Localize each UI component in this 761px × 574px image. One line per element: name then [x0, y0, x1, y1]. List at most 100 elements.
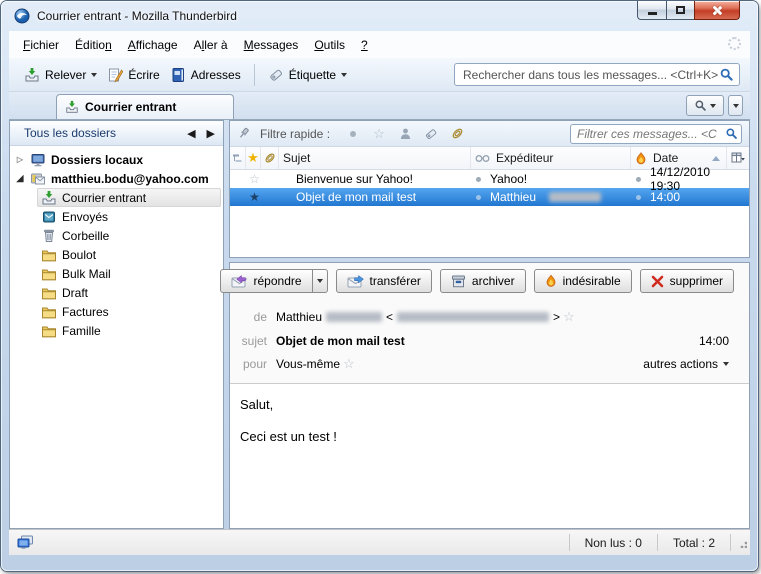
column-picker-button[interactable] [727, 147, 749, 169]
sender-column-button[interactable]: Expéditeur [471, 147, 631, 169]
folder-courrier-entrant[interactable]: Courrier entrant [37, 188, 221, 207]
message-pane: répondre transférer archiver indésirable… [219, 262, 750, 529]
dropdown-caret-icon [91, 72, 98, 77]
search-icon[interactable] [719, 67, 734, 82]
delete-button[interactable]: supprimer [639, 269, 734, 293]
mail-toolbar: Relever Écrire Adresses Étiquette [9, 58, 750, 92]
menubar: Fichier Édition Affichage Aller à Messag… [9, 31, 750, 58]
paperclip-icon [265, 153, 274, 163]
folder-icon [41, 247, 57, 263]
folder-envoyes[interactable]: Envoyés [10, 207, 223, 226]
folder-famille[interactable]: Famille [10, 321, 223, 340]
junk-indicator-icon[interactable] [636, 176, 641, 182]
star-contact-icon[interactable]: ☆ [563, 309, 575, 325]
junk-indicator-icon[interactable] [636, 194, 641, 200]
global-search-box[interactable] [454, 63, 740, 86]
paperclip-icon [452, 128, 462, 139]
from-bracket: < [386, 310, 394, 324]
menu-outils[interactable]: Outils [306, 33, 353, 57]
menu-aide[interactable]: ? [353, 33, 376, 57]
other-actions-button[interactable]: autres actions [643, 357, 735, 371]
address-book-button[interactable]: Adresses [165, 64, 246, 86]
menu-fichier[interactable]: Fichier [15, 33, 67, 57]
subject-column-button[interactable]: Sujet [279, 147, 471, 169]
folder-corbeille[interactable]: Corbeille [10, 226, 223, 245]
from-name[interactable]: Matthieu [276, 310, 322, 324]
from-label: de [253, 310, 267, 324]
get-mail-button[interactable]: Relever [19, 64, 102, 86]
inbox-icon [65, 100, 79, 114]
attachment-column-button[interactable] [261, 147, 279, 169]
to-label: pour [242, 357, 267, 371]
message-sender: Matthieu [490, 190, 537, 204]
folder-boulot[interactable]: Boulot [10, 245, 223, 264]
junk-button[interactable]: indésirable [533, 269, 632, 293]
flame-icon [636, 151, 646, 164]
close-button[interactable] [694, 1, 740, 20]
folder-draft[interactable]: Draft [10, 283, 223, 302]
header-subject-row: sujet Objet de mon mail test 14:00 [234, 333, 735, 348]
filter-attachment-button[interactable] [444, 125, 470, 143]
folder-view-back-button[interactable]: ◀ [187, 127, 195, 140]
message-sender: Yahoo! [490, 172, 528, 186]
filter-unread-button[interactable] [340, 125, 366, 143]
minimize-button[interactable] [637, 1, 666, 20]
to-value[interactable]: Vous-même [276, 357, 340, 371]
resize-grip[interactable] [730, 534, 750, 551]
message-row-bienvenue[interactable]: ☆ Bienvenue sur Yahoo! Yahoo! 14/12/2010… [230, 165, 749, 193]
star-toggle[interactable]: ☆ [230, 172, 279, 186]
twisty-expanded-icon[interactable]: ◢ [15, 173, 25, 184]
archive-button[interactable]: archiver [439, 269, 526, 293]
pin-icon[interactable] [237, 126, 252, 141]
close-icon [712, 5, 723, 16]
folder-view-forward-button[interactable]: ▶ [207, 127, 215, 140]
maximize-icon [676, 6, 685, 14]
folder-local-folders[interactable]: ▷ Dossiers locaux [10, 150, 223, 169]
filter-contact-button[interactable] [392, 125, 418, 143]
folder-icon [41, 323, 57, 339]
message-row-objet-test[interactable]: ★ Objet de mon mail test Matthieu 14:00 [230, 188, 749, 206]
flame-icon [546, 274, 555, 287]
twisty-collapsed-icon[interactable]: ▷ [15, 155, 25, 164]
online-status-icon[interactable] [17, 535, 34, 550]
menu-edition[interactable]: Édition [67, 33, 120, 57]
titlebar[interactable]: Courrier entrant - Mozilla Thunderbird [1, 1, 758, 31]
write-button[interactable]: Écrire [102, 64, 164, 86]
menu-messages[interactable]: Messages [236, 33, 307, 57]
header-to-row: pour Vous-même ☆ autres actions [234, 356, 735, 372]
reply-dropdown-button[interactable] [312, 269, 328, 293]
star-outline-icon: ☆ [373, 125, 385, 141]
filter-messages-input[interactable] [577, 126, 725, 141]
maximize-button[interactable] [666, 1, 694, 20]
star-toggle[interactable]: ★ [230, 190, 279, 204]
read-indicator-icon[interactable] [476, 176, 481, 182]
forward-button[interactable]: transférer [335, 269, 432, 293]
folder-pane-header: Tous les dossiers ◀ ▶ [10, 121, 223, 146]
tabbar: Courrier entrant [9, 92, 750, 120]
sort-ascending-icon [712, 155, 720, 161]
global-search-input[interactable] [463, 67, 719, 82]
window-title: Courrier entrant - Mozilla Thunderbird [37, 9, 237, 23]
menu-aller-a[interactable]: Aller à [186, 33, 236, 57]
folder-view-title: Tous les dossiers [24, 126, 117, 140]
glodo-search-button[interactable] [686, 95, 724, 116]
thunderbird-app-icon [14, 8, 30, 24]
date-column-button[interactable]: Date [631, 147, 727, 169]
folder-factures[interactable]: Factures [10, 302, 223, 321]
folder-account-yahoo[interactable]: ◢ matthieu.bodu@yahoo.com [10, 169, 223, 188]
read-indicator-icon[interactable] [476, 194, 481, 200]
tab-courrier-entrant[interactable]: Courrier entrant [56, 94, 234, 119]
star-contact-icon[interactable]: ☆ [343, 356, 355, 372]
thread-column-button[interactable] [230, 147, 246, 169]
thread-pane: Filtre rapide : ☆ Filtrer ces messages..… [229, 120, 750, 258]
filter-tags-button[interactable] [418, 125, 444, 143]
trash-icon [41, 228, 57, 244]
list-all-tabs-button[interactable] [728, 95, 743, 116]
filter-starred-button[interactable]: ☆ [366, 125, 392, 143]
reply-button[interactable]: répondre [219, 269, 313, 293]
tag-button[interactable]: Étiquette [263, 64, 352, 86]
filter-messages-box[interactable] [570, 123, 742, 144]
star-column-button[interactable]: ★ [246, 147, 261, 169]
menu-affichage[interactable]: Affichage [120, 33, 186, 57]
folder-bulk-mail[interactable]: Bulk Mail [10, 264, 223, 283]
